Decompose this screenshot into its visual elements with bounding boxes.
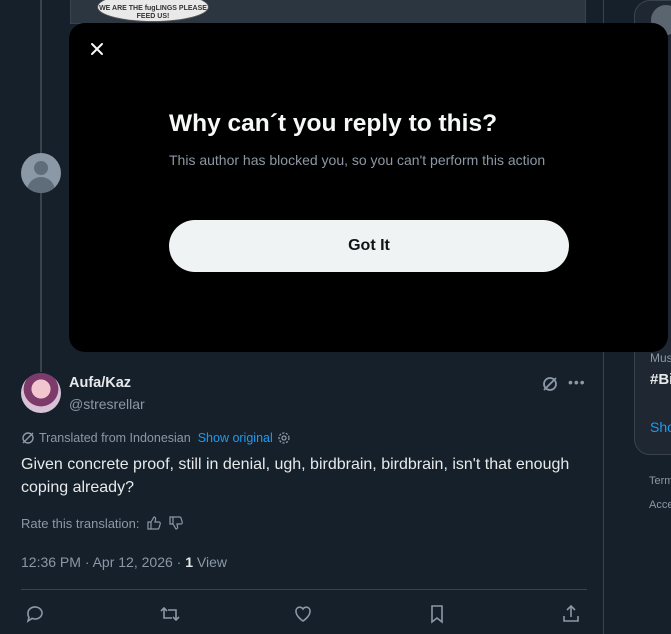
display-name[interactable]: Aufa/Kaz xyxy=(69,375,131,391)
translate-icon xyxy=(21,431,35,445)
rate-translation: Rate this translation: xyxy=(21,515,184,531)
terms-link[interactable]: Term xyxy=(649,475,671,487)
view-count: 1 xyxy=(185,554,194,570)
gear-icon[interactable] xyxy=(277,431,291,445)
rate-label: Rate this translation: xyxy=(21,515,140,531)
tweet-time[interactable]: 12:36 PM · Apr 12, 2026 · xyxy=(21,554,181,570)
view-label: View xyxy=(196,554,227,570)
retweet-icon[interactable] xyxy=(158,602,182,626)
tweet-meta: 12:36 PM · Apr 12, 2026 · 1 View xyxy=(21,554,227,570)
thumbs-up-icon[interactable] xyxy=(146,515,162,531)
action-bar xyxy=(21,600,587,628)
blocked-reply-modal: Why can´t you reply to this? This author… xyxy=(69,23,668,352)
show-original-link[interactable]: Show original xyxy=(198,431,273,445)
trend-hashtag[interactable]: #Bi xyxy=(650,371,671,388)
user-handle[interactable]: @stresrellar xyxy=(69,396,145,412)
thumbs-down-icon[interactable] xyxy=(168,515,184,531)
translated-label: Translated from Indonesian xyxy=(39,431,191,445)
share-icon[interactable] xyxy=(559,602,583,626)
default-avatar[interactable] xyxy=(21,153,61,193)
tweet-text: Given concrete proof, still in denial, u… xyxy=(21,456,570,496)
reply-icon[interactable] xyxy=(23,602,47,626)
modal-title: Why can´t you reply to this? xyxy=(169,110,498,137)
previous-tweet-media[interactable]: WE ARE THE fugLINGS PLEASE FEED US! xyxy=(70,0,586,24)
more-options-icon[interactable]: ••• xyxy=(568,374,588,392)
modal-description: This author has blocked you, so you can'… xyxy=(169,152,546,168)
like-icon[interactable] xyxy=(291,602,315,626)
sticker-text: WE ARE THE fugLINGS PLEASE FEED US! xyxy=(99,5,207,20)
show-more-link[interactable]: Sho xyxy=(650,419,671,435)
got-it-button[interactable]: Got It xyxy=(169,220,569,272)
close-icon[interactable] xyxy=(85,37,109,61)
trend-category: Mus xyxy=(650,351,671,365)
avatar[interactable] xyxy=(21,373,61,413)
divider xyxy=(21,589,587,590)
accessibility-link[interactable]: Acce xyxy=(649,499,671,511)
translation-notice: Translated from Indonesian Show original xyxy=(21,431,291,445)
bookmark-icon[interactable] xyxy=(425,602,449,626)
grok-icon[interactable] xyxy=(541,375,559,393)
sticker-image: WE ARE THE fugLINGS PLEASE FEED US! xyxy=(97,0,209,22)
